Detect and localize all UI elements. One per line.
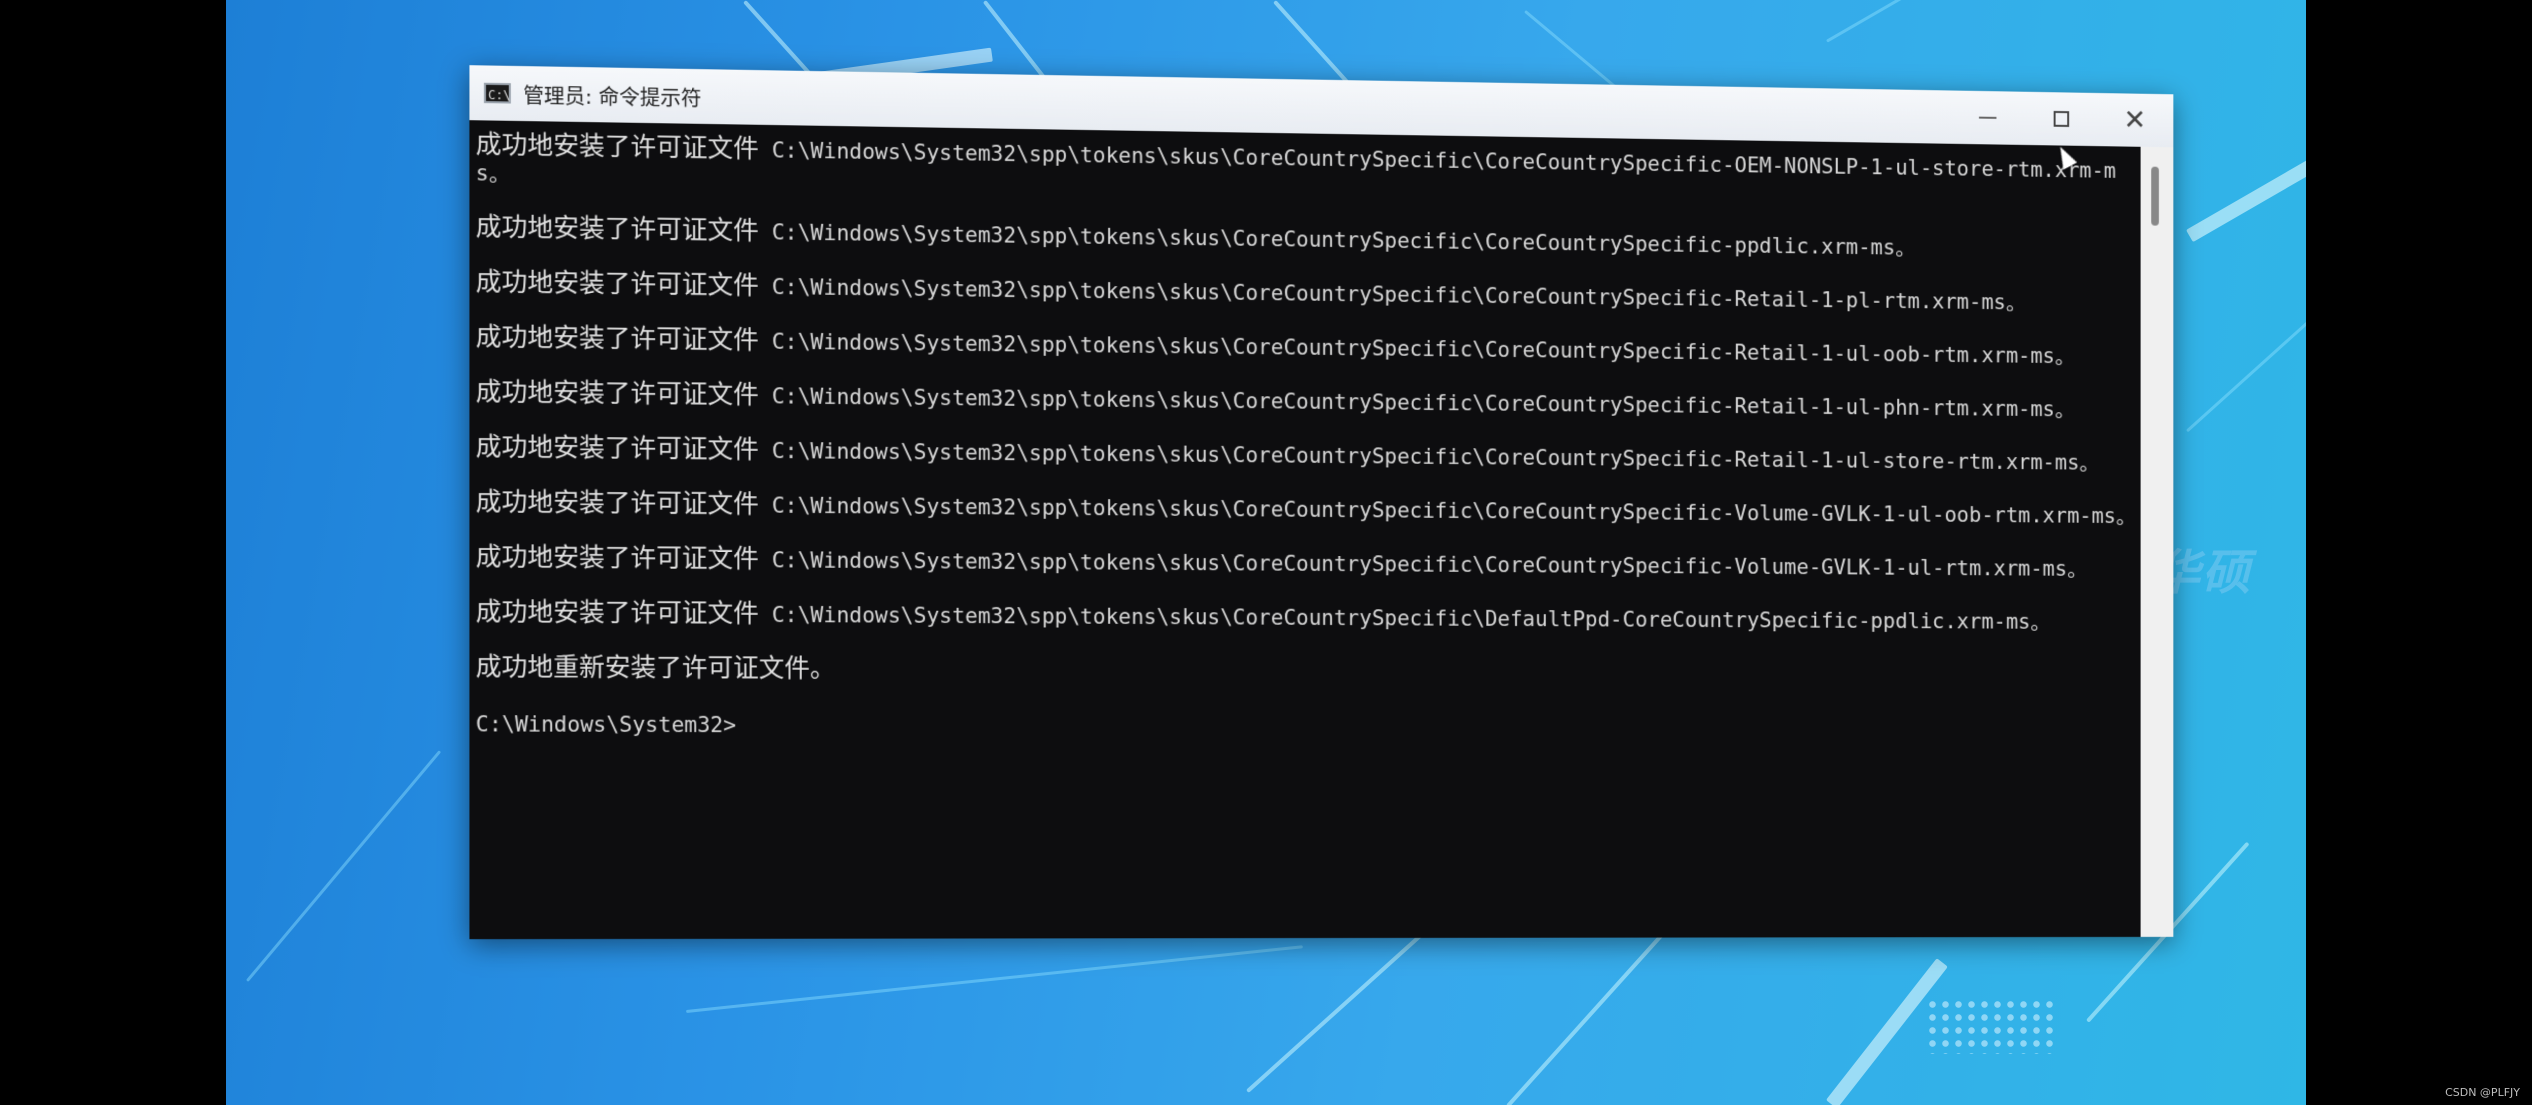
entry-message: 成功地安装了许可证文件 [475, 266, 759, 300]
light-streak [686, 945, 1303, 1013]
prompt-text[interactable]: C:\Windows\System32> [476, 712, 736, 737]
console-entry: 成功地安装了许可证文件 C:\Windows\System32\spp\toke… [475, 211, 2141, 265]
maximize-button[interactable] [2025, 92, 2099, 146]
scrollbar-thumb[interactable] [2151, 166, 2159, 226]
console-entry: 成功地安装了许可证文件 C:\Windows\System32\spp\toke… [475, 596, 2141, 636]
summary-message: 成功地重新安装了许可证文件。 [475, 651, 836, 683]
decorative-dot-grid [1926, 998, 2056, 1054]
console-entry: 成功地安装了许可证文件 C:\Windows\System32\spp\toke… [475, 321, 2141, 371]
maximize-icon [2053, 110, 2070, 127]
entry-path: C:\Windows\System32\spp\tokens\skus\Core… [771, 493, 2137, 529]
console-output[interactable]: 成功地安装了许可证文件 C:\Windows\System32\spp\toke… [469, 120, 2141, 940]
entry-message: 成功地安装了许可证文件 [475, 541, 759, 574]
cmd-icon: C:\ [483, 82, 511, 104]
light-streak [1246, 916, 1442, 1093]
close-icon: ✕ [2123, 103, 2147, 137]
console-entry: 成功地安装了许可证文件 C:\Windows\System32\spp\toke… [475, 431, 2141, 477]
close-button[interactable]: ✕ [2098, 93, 2171, 147]
entry-message: 成功地安装了许可证文件 [475, 211, 759, 246]
console-entry: 成功地安装了许可证文件 C:\Windows\System32\spp\toke… [475, 541, 2141, 583]
light-streak [1826, 0, 2140, 43]
console-entry: 成功地安装了许可证文件 C:\Windows\System32\spp\toke… [475, 266, 2141, 318]
light-streak [2186, 80, 2306, 243]
console-prompt[interactable]: C:\Windows\System32> [476, 711, 2141, 743]
entry-path: C:\Windows\System32\spp\tokens\skus\Core… [771, 548, 2088, 581]
entry-path: C:\Windows\System32\spp\tokens\skus\Core… [771, 384, 2076, 422]
minimize-button[interactable] [1951, 90, 2025, 144]
console-summary: 成功地重新安装了许可证文件。 [475, 651, 2141, 689]
light-streak [2186, 282, 2306, 433]
console-entry: 成功地安装了许可证文件 C:\Windows\System32\spp\toke… [475, 376, 2141, 424]
entry-message: 成功地安装了许可证文件 [475, 376, 759, 410]
vertical-scrollbar[interactable] [2140, 146, 2174, 937]
light-streak [246, 750, 442, 982]
entry-path: C:\Windows\System32\spp\tokens\skus\Core… [771, 602, 2051, 634]
entry-message: 成功地安装了许可证文件 [475, 596, 759, 628]
command-prompt-window[interactable]: C:\ 管理员: 命令提示符 ✕ 成功地安装了许可证文件 C:\Windows\… [469, 65, 2174, 940]
entry-message: 成功地安装了许可证文件 [475, 431, 759, 464]
console-entry: 成功地安装了许可证文件 C:\Windows\System32\spp\toke… [475, 129, 2141, 211]
entry-path: C:\Windows\System32\spp\tokens\skus\Core… [771, 220, 1916, 260]
entry-path: C:\Windows\System32\spp\tokens\skus\Core… [771, 329, 2076, 369]
entry-message: 成功地安装了许可证文件 [475, 486, 759, 519]
watermark-text: CSDN @PLFJY [2445, 1086, 2520, 1099]
entry-path: C:\Windows\System32\spp\tokens\skus\Core… [771, 438, 2100, 475]
entry-message: 成功地安装了许可证文件 [475, 321, 759, 355]
window-title: 管理员: 命令提示符 [523, 82, 702, 111]
entry-message: 成功地安装了许可证文件 [475, 129, 759, 164]
console-entry: 成功地安装了许可证文件 C:\Windows\System32\spp\toke… [475, 486, 2141, 530]
minimize-icon [1978, 116, 1997, 119]
entry-path: C:\Windows\System32\spp\tokens\skus\Core… [771, 274, 2027, 315]
